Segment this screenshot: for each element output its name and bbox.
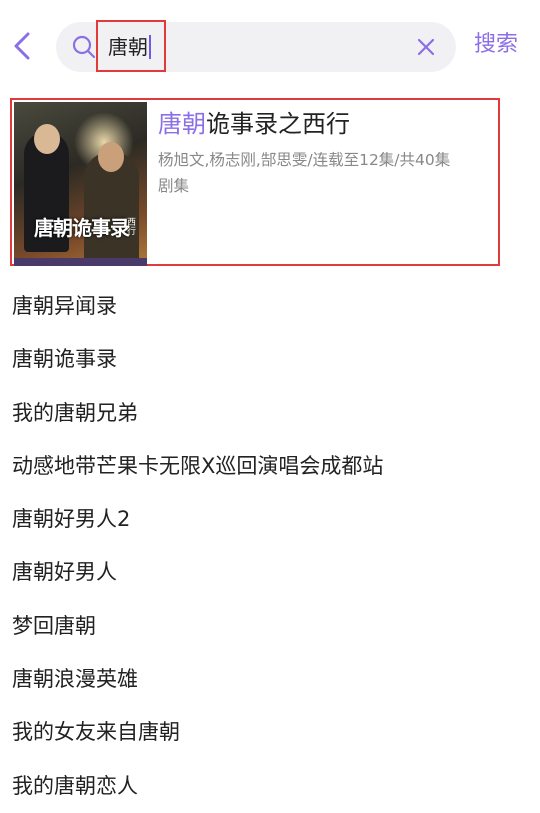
result-title[interactable]: 唐朝诡事录之西行	[158, 108, 350, 140]
poster-logo-text: 唐朝诡事录	[34, 216, 130, 240]
back-button[interactable]	[6, 28, 42, 64]
status-bar	[0, 0, 540, 8]
suggestion-item[interactable]: 我的唐朝恋人	[0, 760, 540, 813]
search-icon	[72, 35, 96, 59]
result-meta: 杨旭文,杨志刚,郜思雯/连载至12集/共40集	[158, 151, 451, 169]
text-caret	[149, 35, 151, 59]
poster-image[interactable]: 唐朝诡事录 西行	[14, 102, 147, 266]
search-button[interactable]: 搜索	[474, 31, 518, 59]
suggestion-item[interactable]: 我的唐朝兄弟	[0, 387, 540, 440]
suggestion-item[interactable]: 我的女友来自唐朝	[0, 706, 540, 759]
suggestion-item[interactable]: 唐朝诡事录	[0, 333, 540, 386]
suggestion-item[interactable]: 唐朝异闻录	[0, 280, 540, 333]
search-input-container[interactable]: 唐朝	[56, 20, 456, 72]
suggestion-item[interactable]: 唐朝好男人	[0, 546, 540, 599]
result-title-highlight: 唐朝	[158, 110, 206, 138]
search-input[interactable]: 唐朝	[108, 35, 151, 59]
suggestion-list: 唐朝异闻录 唐朝诡事录 我的唐朝兄弟 动感地带芒果卡无限X巡回演唱会成都站 唐朝…	[0, 280, 540, 813]
result-title-rest: 诡事录之西行	[206, 110, 350, 138]
suggestion-item[interactable]: 唐朝好男人2	[0, 493, 540, 546]
close-icon[interactable]	[414, 35, 438, 59]
search-result-card[interactable]: 唐朝诡事录 西行 唐朝诡事录之西行 杨旭文,杨志刚,郜思雯/连载至12集/共40…	[10, 98, 500, 266]
suggestion-item[interactable]: 动感地带芒果卡无限X巡回演唱会成都站	[0, 440, 540, 493]
suggestion-item[interactable]: 唐朝浪漫英雄	[0, 653, 540, 706]
search-bar-row: 唐朝 搜索	[0, 18, 540, 74]
chevron-left-icon	[14, 32, 30, 60]
suggestion-item[interactable]: 梦回唐朝	[0, 600, 540, 653]
poster-subtitle-text: 西行	[125, 217, 135, 235]
search-query-text: 唐朝	[108, 35, 148, 59]
result-type: 剧集	[158, 177, 190, 195]
